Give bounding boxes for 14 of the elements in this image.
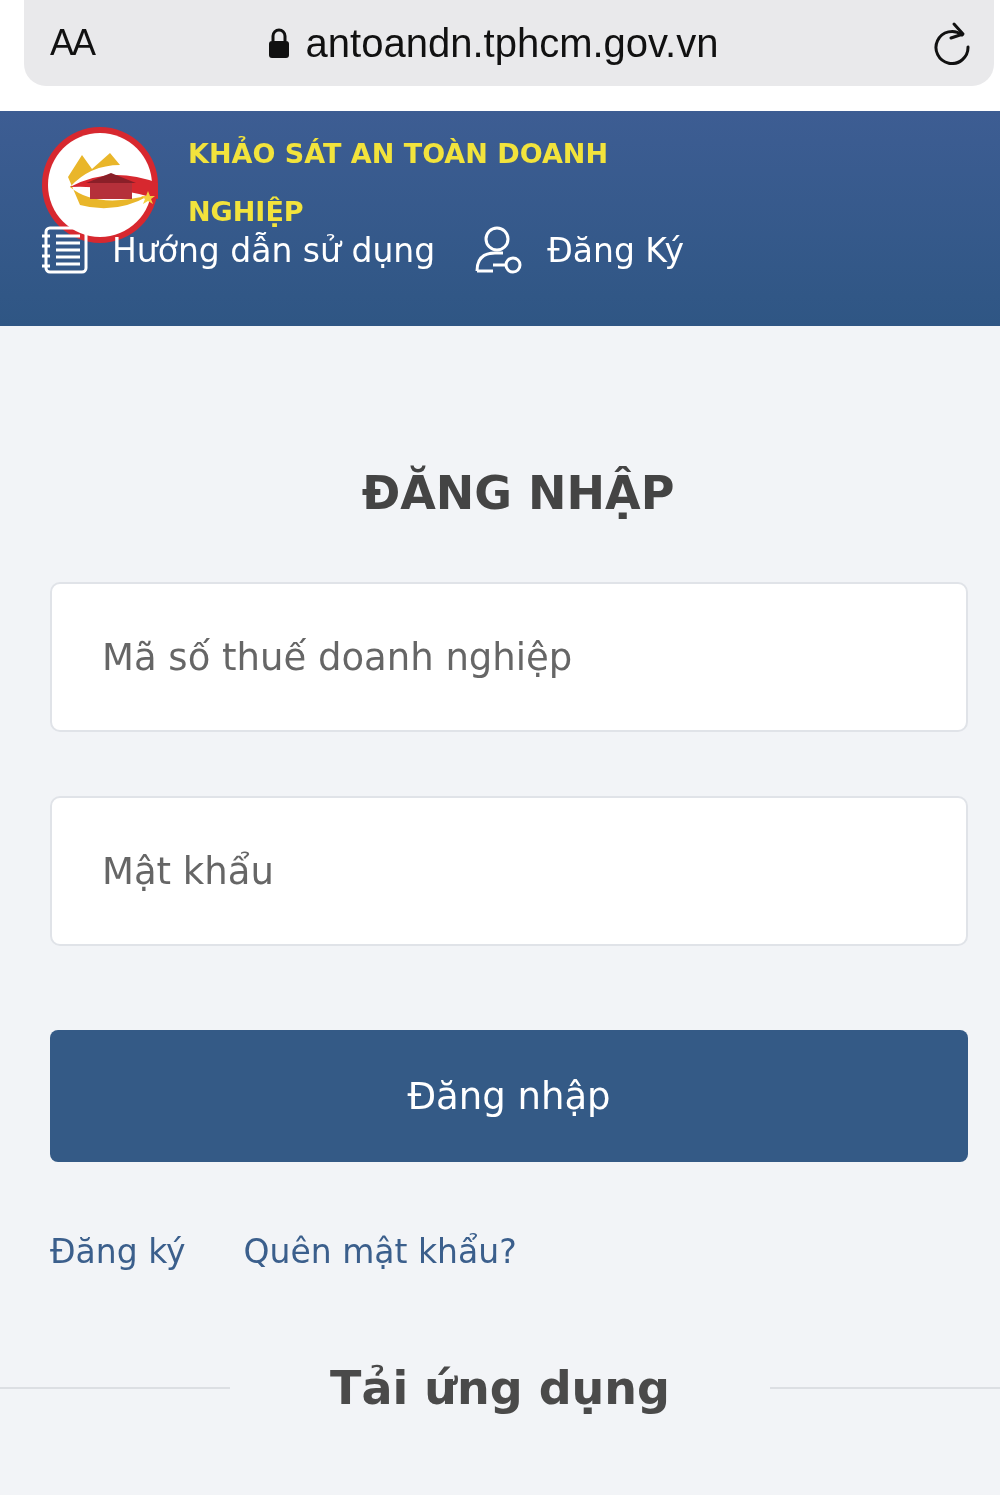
section-title: Tải ứng dụng xyxy=(329,1361,671,1415)
login-title: ĐĂNG NHẬP xyxy=(360,466,676,520)
text-size-button[interactable]: AA xyxy=(50,22,95,64)
nav-link[interactable]: Hướng dẫn sử dụng xyxy=(40,226,436,274)
login-button[interactable]: Đăng nhập xyxy=(50,1030,968,1162)
text-link[interactable]: Quên mật khẩu? xyxy=(243,1232,517,1271)
url-text: antoandn.tphcm.gov.vn xyxy=(305,20,719,66)
text-link[interactable]: Đăng ký xyxy=(50,1232,186,1271)
input-field[interactable]: Mã số thuế doanh nghiệp xyxy=(50,582,968,732)
address-bar[interactable]: AA antoandn.tphcm.gov.vn xyxy=(24,0,994,86)
reload-icon[interactable] xyxy=(932,21,972,65)
lock-icon xyxy=(267,28,290,58)
notebook-icon xyxy=(40,226,90,274)
input-field[interactable]: Mật khẩu xyxy=(50,796,968,946)
